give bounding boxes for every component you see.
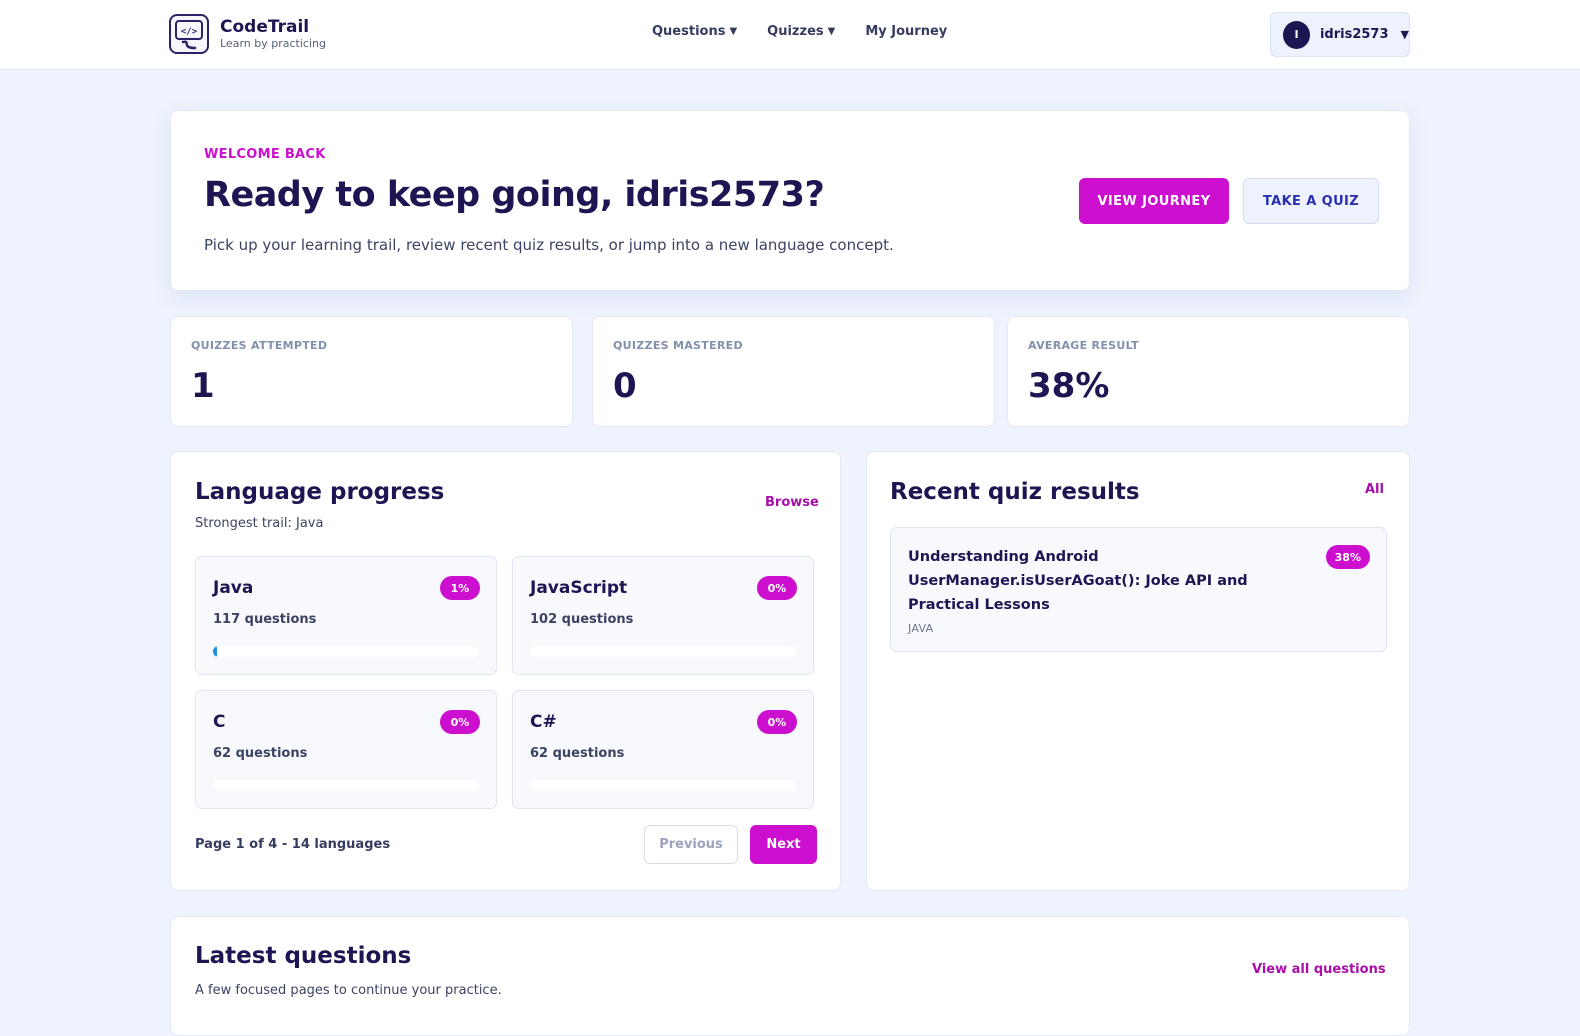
nav-questions-label: Questions [652, 24, 726, 39]
code-trail-icon: </> [169, 14, 209, 54]
previous-button[interactable]: Previous [644, 825, 738, 864]
language-tile-csharp[interactable]: C# 0% 62 questions [512, 690, 814, 809]
section-title: Recent quiz results [890, 479, 1140, 505]
nav-my-journey[interactable]: My Journey [865, 24, 947, 39]
language-tile-javascript[interactable]: JavaScript 0% 102 questions [512, 556, 814, 675]
stat-value: 1 [191, 366, 215, 406]
stat-quizzes-attempted: QUIZZES ATTEMPTED 1 [170, 316, 573, 427]
stat-label: QUIZZES ATTEMPTED [191, 339, 328, 352]
brand-tagline: Learn by practicing [220, 37, 326, 50]
progress-bar [530, 780, 796, 791]
user-menu[interactable]: I idris2573 ▼ [1270, 12, 1410, 57]
top-navbar: </> CodeTrail Learn by practicing Questi… [0, 0, 1580, 70]
browse-link[interactable]: Browse [765, 495, 819, 510]
brand-logo[interactable]: </> CodeTrail Learn by practicing [169, 14, 326, 54]
progress-badge: 0% [757, 576, 797, 600]
all-results-link[interactable]: All [1365, 482, 1384, 497]
progress-bar-fill [213, 646, 217, 657]
user-name: idris2573 [1319, 27, 1389, 42]
progress-bar [213, 646, 479, 657]
nav-questions[interactable]: Questions ▼ [652, 24, 737, 39]
stat-quizzes-mastered: QUIZZES MASTERED 0 [592, 316, 995, 427]
stat-label: QUIZZES MASTERED [613, 339, 743, 352]
quiz-result-language: JAVA [908, 622, 934, 635]
brand-name: CodeTrail [220, 17, 310, 37]
svg-text:</>: </> [181, 27, 198, 37]
chevron-down-icon: ▼ [729, 26, 738, 37]
welcome-eyebrow: WELCOME BACK [204, 147, 326, 162]
view-all-questions-link[interactable]: View all questions [1252, 962, 1386, 977]
nav-quizzes[interactable]: Quizzes ▼ [767, 24, 835, 39]
stat-label: AVERAGE RESULT [1028, 339, 1139, 352]
welcome-card: WELCOME BACK Ready to keep going, idris2… [170, 110, 1410, 291]
progress-bar [213, 780, 479, 791]
section-subtitle: Strongest trail: Java [195, 516, 324, 531]
language-name: C# [530, 712, 557, 732]
question-count: 117 questions [213, 612, 317, 627]
question-count: 62 questions [530, 746, 625, 761]
chevron-down-icon: ▼ [827, 26, 836, 37]
section-title: Latest questions [195, 943, 412, 969]
chevron-down-icon: ▼ [1400, 28, 1409, 41]
progress-bar [530, 646, 796, 657]
pagination-status: Page 1 of 4 - 14 languages [195, 837, 391, 852]
nav-quizzes-label: Quizzes [767, 24, 824, 39]
stat-average-result: AVERAGE RESULT 38% [1007, 316, 1410, 427]
language-progress-card: Language progress Strongest trail: Java … [170, 451, 841, 891]
language-tile-c[interactable]: C 0% 62 questions [195, 690, 497, 809]
section-title: Language progress [195, 479, 445, 505]
latest-questions-card: Latest questions A few focused pages to … [170, 916, 1410, 1036]
take-quiz-button[interactable]: TAKE A QUIZ [1243, 178, 1379, 224]
language-name: C [213, 712, 226, 732]
stat-value: 0 [613, 366, 637, 406]
language-name: Java [213, 578, 254, 598]
score-badge: 38% [1325, 545, 1370, 569]
stat-value: 38% [1028, 366, 1110, 406]
language-name: JavaScript [530, 578, 628, 598]
view-journey-button[interactable]: VIEW JOURNEY [1079, 178, 1229, 224]
question-count: 102 questions [530, 612, 634, 627]
progress-badge: 1% [440, 576, 480, 600]
progress-badge: 0% [757, 710, 797, 734]
recent-quiz-results-card: Recent quiz results All Understanding An… [866, 451, 1410, 891]
main-nav: Questions ▼ Quizzes ▼ My Journey [652, 24, 977, 39]
section-subtitle: A few focused pages to continue your pra… [195, 983, 502, 998]
page-title: Ready to keep going, idris2573? [204, 175, 825, 215]
question-count: 62 questions [213, 746, 308, 761]
next-button[interactable]: Next [750, 825, 817, 864]
progress-badge: 0% [440, 710, 480, 734]
avatar: I [1283, 20, 1310, 49]
quiz-result-title: Understanding Android UserManager.isUser… [908, 549, 1248, 613]
welcome-description: Pick up your learning trail, review rece… [204, 236, 894, 254]
quiz-result-item[interactable]: Understanding Android UserManager.isUser… [890, 527, 1387, 652]
nav-my-journey-label: My Journey [865, 24, 948, 39]
language-tile-java[interactable]: Java 1% 117 questions [195, 556, 497, 675]
